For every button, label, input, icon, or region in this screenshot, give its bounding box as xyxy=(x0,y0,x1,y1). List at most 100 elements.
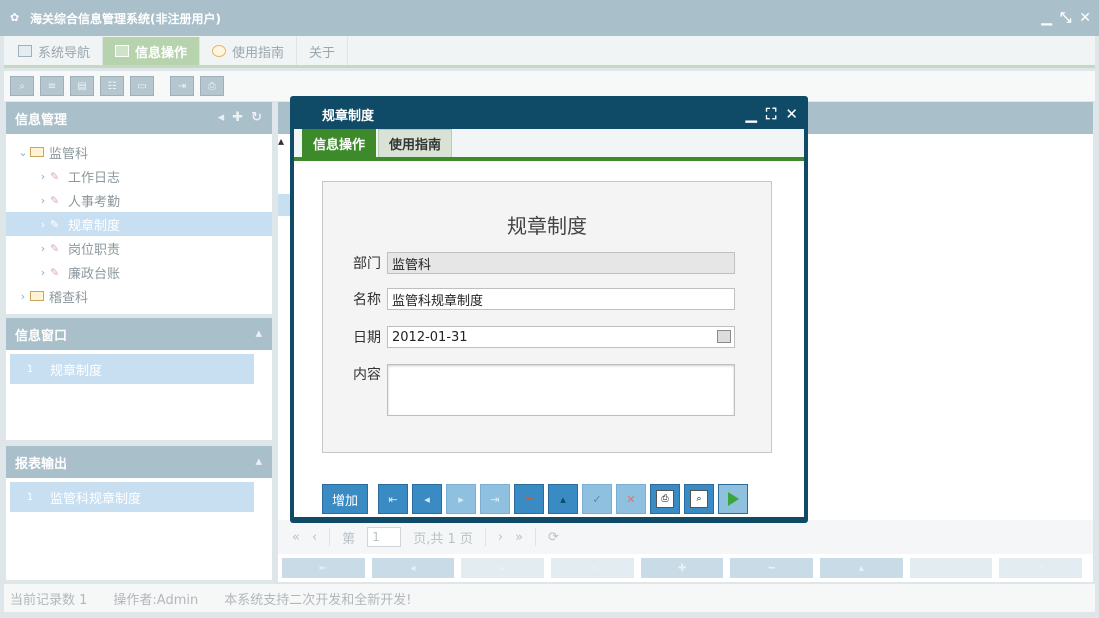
tree-node[interactable]: › 稽查科 xyxy=(6,284,272,308)
prev-record-button[interactable]: ◂ xyxy=(371,558,455,578)
tools-icon: ✎ xyxy=(50,265,60,279)
refresh-icon[interactable]: ⟳ xyxy=(548,530,559,545)
dialog-tabs: 信息操作 使用指南 xyxy=(294,129,804,161)
tree-label: 工作日志 xyxy=(68,170,121,186)
dept-field[interactable]: 监管科 xyxy=(387,252,735,274)
collapse-left-icon[interactable]: ◂ xyxy=(218,110,225,125)
tree-node[interactable]: › ✎ 人事考勤 xyxy=(6,188,272,212)
panel-title: 报表输出 xyxy=(15,456,68,472)
status-bar: 当前记录数 1 操作者:Admin 本系统支持二次开发和全新开发! xyxy=(4,584,1095,612)
content-label: 内容 xyxy=(353,367,381,383)
tab-info-ops[interactable]: 信息操作 xyxy=(103,37,201,65)
collapse-up-icon[interactable]: ▴ xyxy=(255,326,262,341)
window-controls: ▁ ⤡ ✕ xyxy=(1041,10,1091,26)
chevron-down-icon[interactable]: ⌄ xyxy=(16,146,30,159)
chevron-right-icon[interactable]: › xyxy=(36,170,50,183)
delete-button[interactable]: ━ xyxy=(514,484,544,514)
close-icon[interactable]: ✕ xyxy=(785,105,798,123)
close-icon[interactable]: ✕ xyxy=(1079,10,1091,26)
tab-user-guide[interactable]: 使用指南 xyxy=(378,129,453,157)
panel-header: 报表输出 ▴ xyxy=(6,446,272,478)
first-record-button[interactable]: ⇤ xyxy=(282,558,365,578)
main-menu: 系统导航 信息操作 使用指南 关于 xyxy=(4,36,1095,68)
info-window-panel: 信息窗口 ▴ 1 规章制度 xyxy=(6,318,272,440)
tree-label: 稽查科 xyxy=(49,290,89,306)
dialog-titlebar[interactable]: 规章制度 ▁ ⛶ ✕ xyxy=(290,96,808,132)
print-icon[interactable]: ⎙ xyxy=(200,76,224,96)
window-icon[interactable]: ▭ xyxy=(130,76,154,96)
next-record-button[interactable]: ▸ xyxy=(461,558,545,578)
tab-about[interactable]: 关于 xyxy=(297,37,349,65)
preview-button[interactable]: ⌕ xyxy=(684,484,714,514)
prev-page-icon[interactable]: ‹ xyxy=(312,530,317,545)
list-item[interactable]: 1 规章制度 xyxy=(10,354,254,384)
date-label: 日期 xyxy=(353,330,381,346)
next-page-icon[interactable]: › xyxy=(498,530,503,545)
chevron-right-icon[interactable]: › xyxy=(36,242,50,255)
refresh-icon[interactable]: ↻ xyxy=(251,110,262,125)
tree-label: 监管科 xyxy=(49,146,89,162)
add-record-button[interactable]: ✚ xyxy=(640,558,724,578)
last-record-button[interactable]: ⇥ xyxy=(551,558,634,578)
chevron-right-icon[interactable]: › xyxy=(36,266,50,279)
tools-icon: ✎ xyxy=(50,193,60,207)
date-row: 日期 2012-01-31 xyxy=(353,326,735,348)
record-count: 当前记录数 1 xyxy=(10,592,88,608)
users-icon[interactable]: ☷ xyxy=(100,76,124,96)
page-input[interactable] xyxy=(367,527,402,547)
confirm-button[interactable]: ✓ xyxy=(909,558,993,578)
last-page-icon[interactable]: » xyxy=(515,530,523,545)
minimize-icon[interactable]: ▁ xyxy=(1041,10,1052,26)
edit-button[interactable]: ▴ xyxy=(548,484,578,514)
list-icon[interactable]: ≡ xyxy=(40,76,64,96)
tree-node[interactable]: › ✎ 廉政台账 xyxy=(6,260,272,284)
calendar-icon[interactable] xyxy=(717,330,731,343)
confirm-button[interactable]: ✓ xyxy=(582,484,612,514)
chevron-right-icon[interactable]: › xyxy=(36,218,50,231)
list-item[interactable]: 1 监管科规章制度 xyxy=(10,482,254,512)
dept-row: 部门 监管科 xyxy=(353,252,735,274)
tab-label: 信息操作 xyxy=(135,45,188,61)
search-icon[interactable]: ⌕ xyxy=(10,76,34,96)
printer-icon: ⎙ xyxy=(656,490,674,508)
print-button[interactable]: ⎙ xyxy=(650,484,680,514)
magnifier-icon: ⌕ xyxy=(690,490,708,508)
tab-user-guide[interactable]: 使用指南 xyxy=(200,37,298,65)
run-button[interactable] xyxy=(718,484,748,514)
pager-suffix: 页,共 1 页 xyxy=(413,531,473,547)
form-heading: 规章制度 xyxy=(507,214,587,238)
cancel-button[interactable]: ✕ xyxy=(999,558,1083,578)
add-icon[interactable]: ✚ xyxy=(232,110,243,125)
last-record-button[interactable]: ⇥ xyxy=(480,484,510,514)
delete-record-button[interactable]: ━ xyxy=(730,558,814,578)
collapse-up-icon[interactable]: ▴ xyxy=(278,134,284,148)
export-icon[interactable]: ⇥ xyxy=(170,76,194,96)
edit-record-button[interactable]: ▴ xyxy=(820,558,903,578)
tab-info-ops[interactable]: 信息操作 xyxy=(302,129,377,157)
tree-label: 岗位职责 xyxy=(68,242,121,258)
tree: ⌄ 监管科 › ✎ 工作日志 › ✎ 人事考勤 › ✎ 规章制度 › ✎ 岗位职… xyxy=(6,134,272,308)
restore-icon[interactable]: ⤡ xyxy=(1060,10,1071,26)
cancel-button[interactable]: ✕ xyxy=(616,484,646,514)
chevron-right-icon[interactable]: › xyxy=(16,290,30,303)
add-button[interactable]: 增加 xyxy=(322,484,368,514)
next-record-button[interactable]: ▸ xyxy=(446,484,476,514)
chevron-right-icon[interactable]: › xyxy=(36,194,50,207)
name-field[interactable]: 监管科规章制度 xyxy=(387,288,735,310)
prev-record-button[interactable]: ◂ xyxy=(412,484,442,514)
document-icon[interactable]: ▤ xyxy=(70,76,94,96)
first-page-icon[interactable]: « xyxy=(292,530,300,545)
date-field[interactable]: 2012-01-31 xyxy=(387,326,735,348)
tab-system-nav[interactable]: 系统导航 xyxy=(6,37,104,65)
content-field[interactable] xyxy=(387,364,735,416)
tree-node[interactable]: › ✎ 工作日志 xyxy=(6,164,272,188)
app-title: 海关综合信息管理系统(非注册用户) xyxy=(30,11,221,26)
maximize-icon[interactable]: ⛶ xyxy=(766,105,777,123)
tree-node[interactable]: › ✎ 岗位职责 xyxy=(6,236,272,260)
tree-node[interactable]: ⌄ 监管科 xyxy=(6,140,272,164)
collapse-up-icon[interactable]: ▴ xyxy=(255,454,262,469)
tree-node-selected[interactable]: › ✎ 规章制度 xyxy=(6,212,272,236)
minimize-icon[interactable]: ▁ xyxy=(745,105,757,123)
first-record-button[interactable]: ⇤ xyxy=(378,484,408,514)
name-label: 名称 xyxy=(353,292,381,308)
